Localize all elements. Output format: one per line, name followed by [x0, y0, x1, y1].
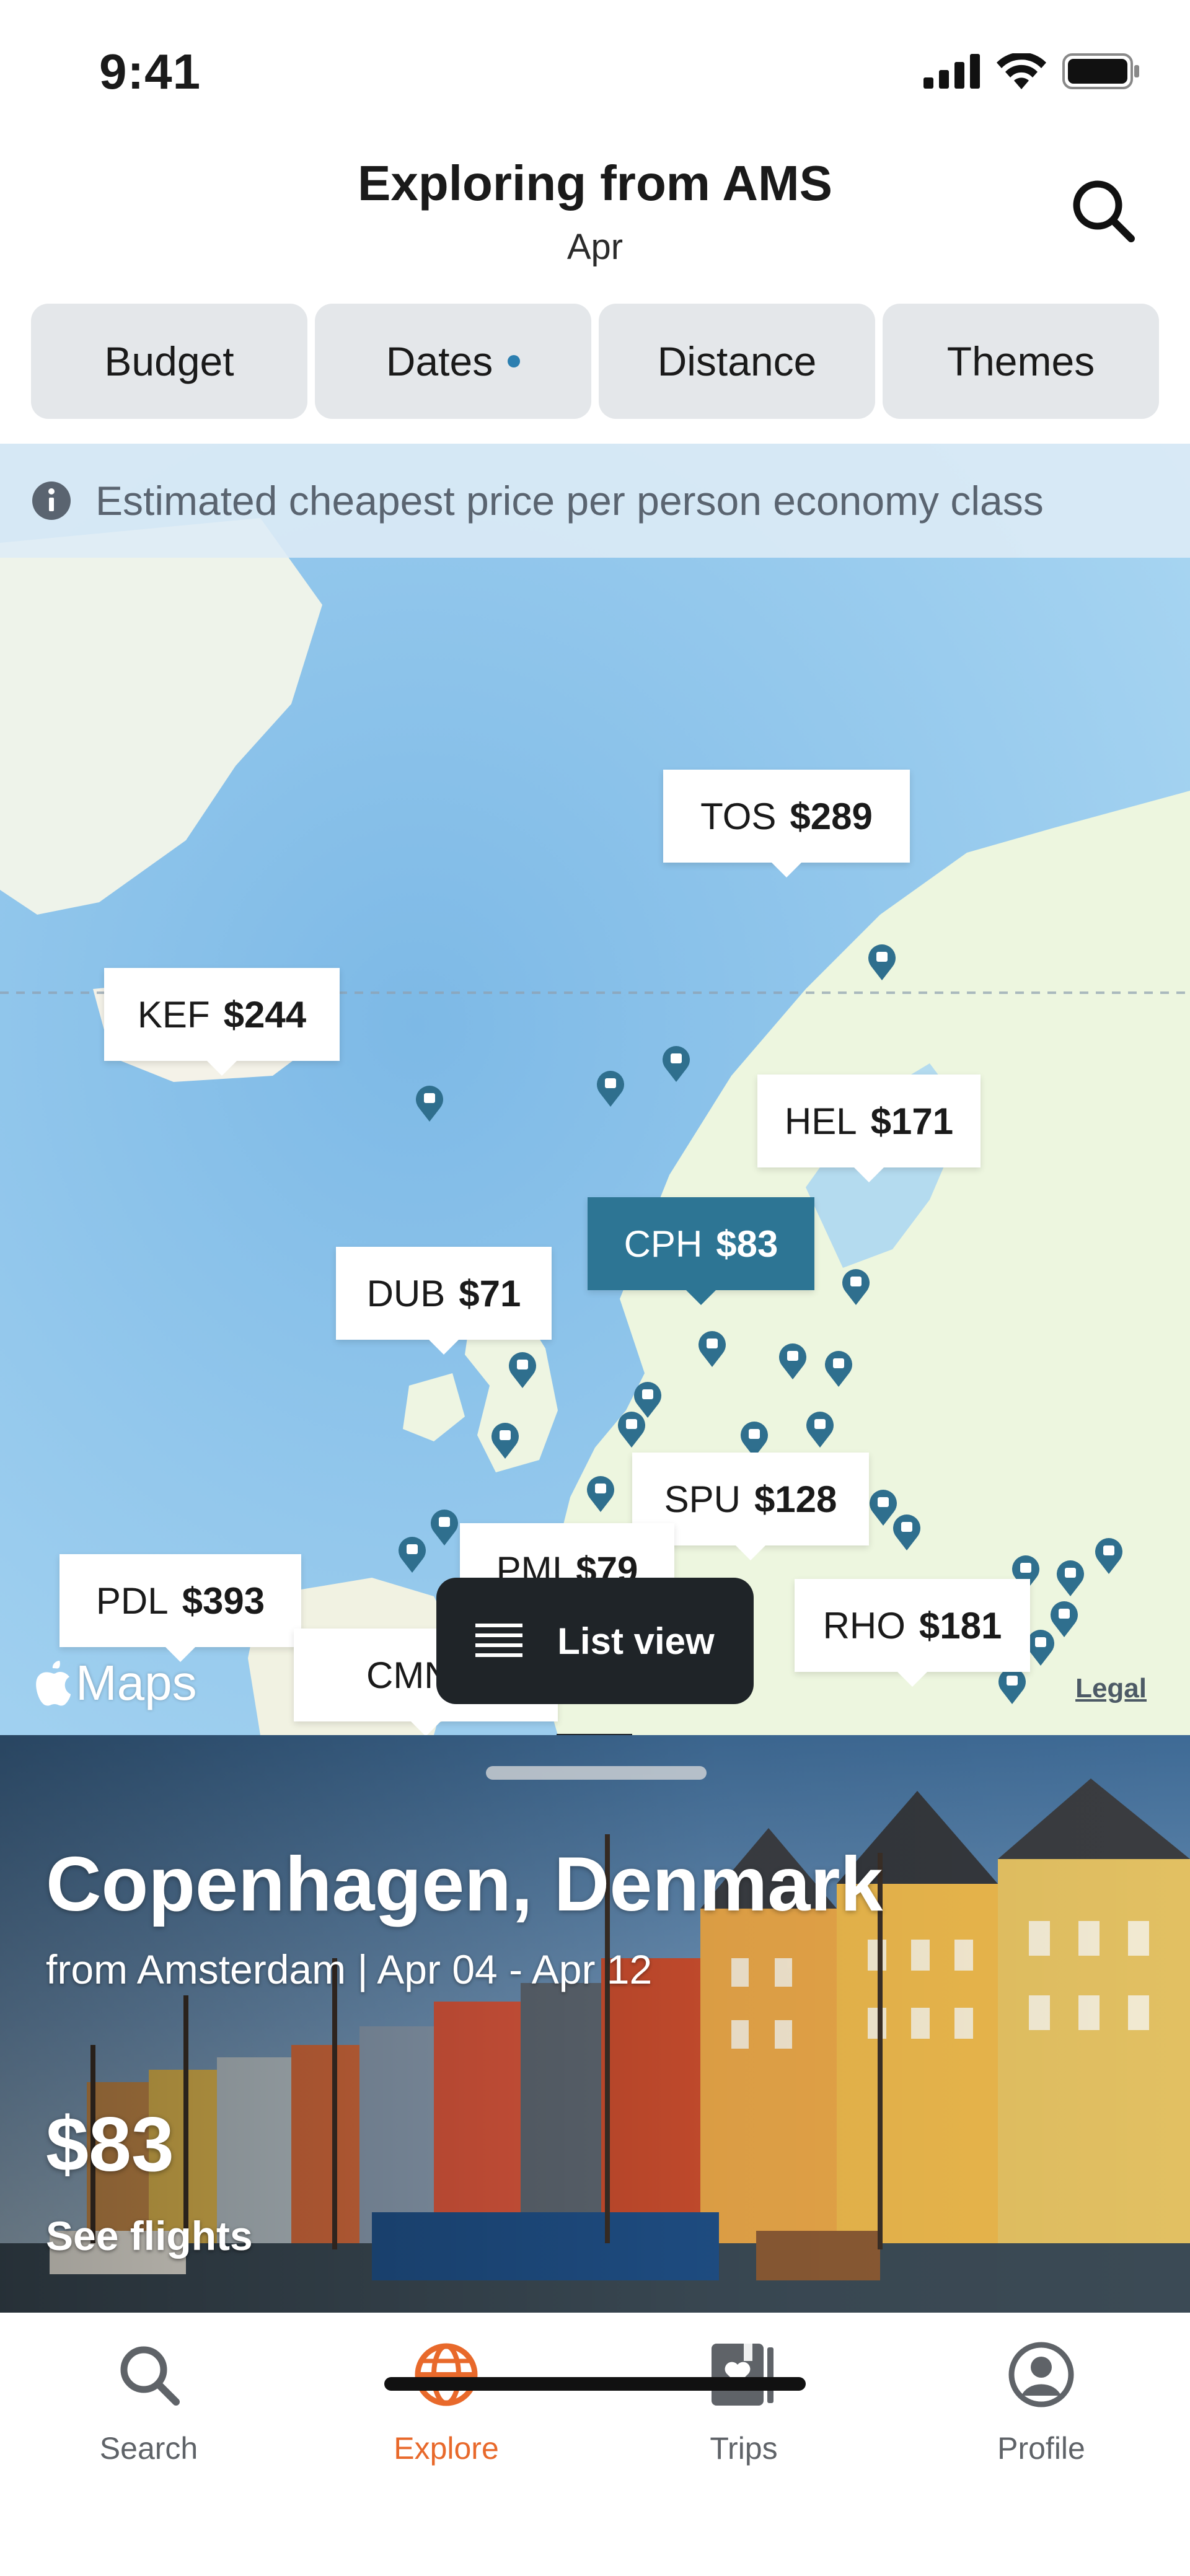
price-label-rho[interactable]: RHO $181: [795, 1579, 1030, 1687]
airport-price: $83: [716, 1223, 778, 1265]
price-label-pdl[interactable]: PDL $393: [60, 1554, 301, 1662]
map-pin-icon[interactable]: [429, 1508, 460, 1545]
profile-icon: [1008, 2342, 1074, 2407]
destination-card[interactable]: Copenhagen, Denmark from Amsterdam | Apr…: [0, 1735, 1190, 2313]
header: Exploring from AMS Apr: [0, 136, 1190, 285]
price-label-tos[interactable]: TOS $289: [663, 770, 910, 877]
airport-code: SPU: [664, 1478, 741, 1520]
filter-themes[interactable]: Themes: [883, 304, 1159, 419]
map-pin-icon[interactable]: [997, 1667, 1028, 1704]
map-pin-icon[interactable]: [1055, 1559, 1086, 1596]
tab-label: Search: [99, 2431, 198, 2466]
airport-price: $128: [754, 1478, 837, 1520]
airport-code: DUB: [366, 1272, 446, 1314]
list-icon: [475, 1624, 523, 1657]
status-icons: [923, 53, 1140, 89]
map-pin-icon[interactable]: [840, 1268, 871, 1305]
filter-label: Themes: [946, 338, 1095, 384]
destination-price: $83: [46, 2102, 174, 2187]
map-pin-icon[interactable]: [490, 1422, 521, 1459]
page-subtitle: Apr: [566, 227, 624, 267]
map-pin-icon[interactable]: [507, 1351, 538, 1388]
search-icon: [120, 2346, 180, 2406]
airport-code: KEF: [137, 993, 210, 1035]
wifi-icon: [997, 53, 1046, 89]
filter-label: Budget: [104, 338, 234, 384]
airport-code: CPH: [624, 1223, 703, 1265]
map-pin-icon[interactable]: [616, 1410, 647, 1448]
filter-budget[interactable]: Budget: [31, 304, 307, 419]
tab-profile[interactable]: Profile: [892, 2337, 1190, 2499]
list-view-label: List view: [557, 1620, 715, 1662]
status-bar: 9:41: [0, 0, 1190, 136]
destination-title: Copenhagen, Denmark: [46, 1842, 883, 1927]
destination-subtitle: from Amsterdam | Apr 04 - Apr 12: [46, 1946, 653, 1992]
airport-price: $244: [223, 993, 307, 1035]
see-flights-link[interactable]: See flights: [46, 2212, 253, 2259]
map-view[interactable]: Estimated cheapest price per person econ…: [0, 444, 1190, 1735]
map-pin-icon[interactable]: [414, 1084, 445, 1122]
airport-price: $289: [790, 795, 873, 837]
airport-price: $393: [182, 1580, 265, 1622]
status-time: 9:41: [99, 44, 201, 99]
price-label-dub[interactable]: DUB $71: [336, 1247, 552, 1355]
airport-code: TOS: [700, 795, 777, 837]
home-indicator: [384, 2377, 806, 2391]
price-label-hel[interactable]: HEL $171: [757, 1075, 981, 1182]
map-pin-icon[interactable]: [891, 1513, 922, 1550]
map-pin-icon[interactable]: [661, 1045, 692, 1082]
map-pin-icon[interactable]: [777, 1342, 808, 1379]
info-text: Estimated cheapest price per person econ…: [95, 478, 1044, 524]
search-icon: [1073, 180, 1135, 242]
map-pin-icon[interactable]: [866, 943, 897, 980]
tab-explore[interactable]: Explore: [298, 2337, 595, 2499]
passport-icon: [712, 2344, 774, 2406]
map-pin-icon[interactable]: [804, 1410, 835, 1448]
map-pin-icon[interactable]: [397, 1536, 428, 1573]
airport-code: RHO: [822, 1604, 906, 1646]
airport-code: HEL: [784, 1100, 857, 1142]
filter-bar: Budget Dates Distance Themes: [31, 304, 1159, 419]
tab-bar: Search Explore Trips Profile: [0, 2313, 1190, 2576]
filter-label: Distance: [657, 338, 817, 384]
drag-handle[interactable]: [486, 1766, 707, 1780]
map-pin-icon[interactable]: [697, 1330, 728, 1367]
active-filter-dot: [508, 355, 521, 367]
tab-trips[interactable]: Trips: [595, 2337, 892, 2499]
airport-code: PDL: [95, 1580, 169, 1622]
airport-price: $181: [919, 1604, 1002, 1646]
maps-logo-text: Maps: [76, 1655, 197, 1710]
list-view-button[interactable]: List view: [436, 1578, 754, 1704]
map-pin-icon[interactable]: [823, 1350, 854, 1387]
map-pin-icon[interactable]: [1093, 1537, 1124, 1574]
price-label-cph[interactable]: CPH $83: [588, 1197, 814, 1305]
map-pin-icon[interactable]: [595, 1070, 626, 1107]
airport-price: $71: [459, 1272, 521, 1314]
battery-icon: [1062, 53, 1139, 89]
airport-price: $171: [870, 1100, 954, 1142]
filter-distance[interactable]: Distance: [599, 304, 875, 419]
info-icon: [32, 481, 71, 520]
map-pin-icon[interactable]: [585, 1475, 616, 1512]
price-label-kef[interactable]: KEF $244: [104, 968, 340, 1076]
apple-logo-icon: [36, 1661, 71, 1706]
tab-search[interactable]: Search: [0, 2337, 298, 2499]
map-pin-icon[interactable]: [739, 1420, 770, 1457]
page-title: Exploring from AMS: [358, 156, 832, 211]
globe-icon: [415, 2343, 478, 2406]
tab-label: Profile: [997, 2431, 1085, 2466]
legal-link[interactable]: Legal: [1075, 1673, 1147, 1704]
apple-maps-logo: Maps: [32, 1655, 197, 1712]
search-button[interactable]: [1066, 174, 1140, 248]
filter-dates[interactable]: Dates: [315, 304, 591, 419]
cellular-signal-icon: [923, 54, 980, 89]
filter-label: Dates: [386, 338, 493, 384]
tab-label: Trips: [710, 2431, 778, 2466]
tab-label: Explore: [394, 2431, 499, 2466]
info-banner: Estimated cheapest price per person econ…: [0, 444, 1190, 558]
